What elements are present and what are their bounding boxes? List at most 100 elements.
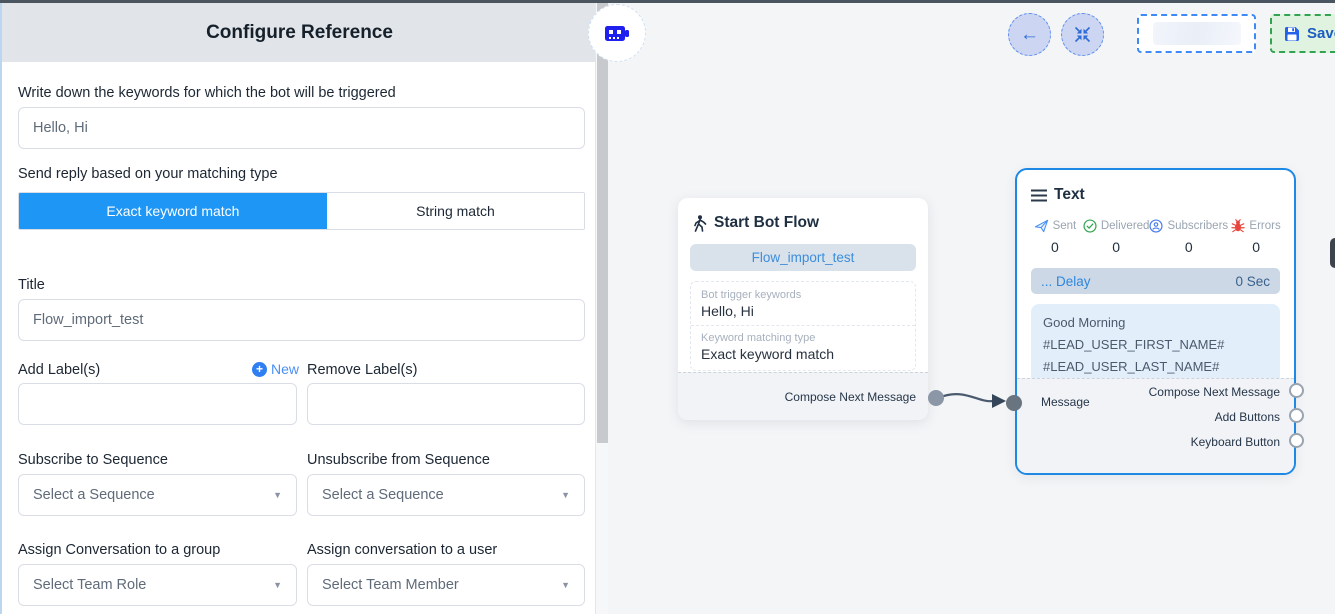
team-role-placeholder: Select Team Role bbox=[33, 577, 146, 593]
team-member-select[interactable]: Select Team Member ▼ bbox=[307, 564, 585, 606]
tab-string-match[interactable]: String match bbox=[327, 193, 584, 229]
trigger-keywords-value: Hello, Hi bbox=[701, 303, 905, 319]
stat-errors-label: Errors bbox=[1249, 220, 1280, 232]
compose-next-message-label: Compose Next Message bbox=[785, 390, 916, 404]
text-node-title: Text bbox=[1054, 186, 1085, 204]
stat-sent-label: Sent bbox=[1053, 220, 1077, 232]
flow-connector-edge bbox=[936, 383, 1016, 419]
plus-circle-icon: + bbox=[252, 362, 267, 377]
unsubscribe-sequence-placeholder: Select a Sequence bbox=[322, 487, 444, 503]
text-node-header: Text bbox=[1017, 170, 1294, 204]
matching-type-mini-label: Keyword matching type bbox=[701, 332, 905, 344]
chevron-down-icon: ▼ bbox=[561, 490, 570, 500]
stat-subscribers-label: Subscribers bbox=[1167, 220, 1228, 232]
panel-title: Configure Reference bbox=[206, 22, 393, 44]
divider bbox=[691, 325, 915, 326]
back-button[interactable]: ← bbox=[1008, 13, 1051, 56]
flow-name-button[interactable]: Flow_import_test bbox=[690, 244, 916, 271]
stat-subscribers-value: 0 bbox=[1185, 239, 1193, 255]
delay-value: 0 Sec bbox=[1235, 274, 1270, 289]
compose-next-message-output-label: Compose Next Message bbox=[1149, 385, 1280, 399]
start-node-footer: Compose Next Message bbox=[678, 372, 928, 420]
add-buttons-output-label: Add Buttons bbox=[1215, 410, 1280, 424]
output-row-keyboard-button: Keyboard Button bbox=[1017, 429, 1294, 454]
configure-reference-panel: Configure Reference Write down the keywo… bbox=[0, 0, 595, 614]
fit-view-button[interactable] bbox=[1061, 13, 1104, 56]
remove-labels-input[interactable] bbox=[307, 383, 585, 425]
save-button[interactable]: Save bbox=[1270, 14, 1335, 53]
chevron-down-icon: ▼ bbox=[561, 580, 570, 590]
panel-header: Configure Reference bbox=[2, 3, 597, 62]
stat-errors: Errors 0 bbox=[1228, 219, 1284, 255]
team-role-select[interactable]: Select Team Role ▼ bbox=[18, 564, 297, 606]
slot-placeholder bbox=[1153, 22, 1241, 45]
assign-user-label: Assign conversation to a user bbox=[307, 542, 497, 558]
walking-person-icon bbox=[692, 215, 707, 232]
keywords-label: Write down the keywords for which the bo… bbox=[18, 85, 396, 101]
remove-labels-label: Remove Label(s) bbox=[307, 362, 417, 378]
stat-subscribers: Subscribers 0 bbox=[1149, 219, 1228, 255]
bug-icon bbox=[1231, 219, 1245, 233]
add-buttons-output-port[interactable] bbox=[1289, 408, 1304, 423]
add-labels-input[interactable] bbox=[18, 383, 297, 425]
bot-badge bbox=[588, 4, 646, 62]
title-label: Title bbox=[18, 277, 45, 293]
keyboard-button-output-port[interactable] bbox=[1289, 433, 1304, 448]
unsubscribe-sequence-label: Unsubscribe from Sequence bbox=[307, 452, 490, 468]
stat-delivered-value: 0 bbox=[1112, 239, 1120, 255]
matching-type-tabs: Exact keyword match String match bbox=[18, 192, 585, 230]
new-label-text: New bbox=[271, 361, 299, 377]
message-text-bubble[interactable]: Good Morning #LEAD_USER_FIRST_NAME# #LEA… bbox=[1031, 304, 1280, 386]
delay-row[interactable]: ... Delay 0 Sec bbox=[1031, 268, 1280, 294]
arrow-left-icon: ← bbox=[1020, 25, 1039, 44]
subscribe-sequence-placeholder: Select a Sequence bbox=[33, 487, 155, 503]
flow-builder-page: Configure Reference Write down the keywo… bbox=[0, 0, 1335, 614]
delay-label: ... Delay bbox=[1041, 274, 1091, 289]
stats-row: Sent 0 Delivered 0 bbox=[1017, 219, 1294, 255]
chevron-down-icon: ▼ bbox=[273, 490, 282, 500]
stat-delivered-label: Delivered bbox=[1101, 220, 1150, 232]
panel-scrollbar-thumb[interactable] bbox=[597, 3, 608, 443]
team-member-placeholder: Select Team Member bbox=[322, 577, 459, 593]
stat-sent: Sent 0 bbox=[1027, 219, 1083, 255]
keyboard-button-output-label: Keyboard Button bbox=[1191, 435, 1280, 449]
text-node-footer: Message Compose Next Message Add Buttons… bbox=[1017, 378, 1294, 473]
stat-delivered: Delivered 0 bbox=[1083, 219, 1150, 255]
output-row-add-buttons: Add Buttons bbox=[1017, 404, 1294, 429]
subscribe-sequence-select[interactable]: Select a Sequence ▼ bbox=[18, 474, 297, 516]
start-node-title: Start Bot Flow bbox=[714, 214, 819, 232]
window-top-edge bbox=[0, 0, 1335, 3]
matching-type-mini-value: Exact keyword match bbox=[701, 346, 905, 362]
check-circle-icon bbox=[1083, 219, 1097, 233]
start-node-header: Start Bot Flow bbox=[678, 198, 928, 232]
panel-scrollbar[interactable] bbox=[595, 3, 608, 614]
tab-exact-keyword-match[interactable]: Exact keyword match bbox=[19, 193, 327, 229]
menu-icon bbox=[1031, 189, 1047, 202]
new-label-button[interactable]: + New bbox=[252, 361, 299, 377]
subscriber-icon bbox=[1149, 219, 1163, 233]
stat-sent-value: 0 bbox=[1051, 239, 1059, 255]
output-row-compose: Compose Next Message bbox=[1017, 379, 1294, 404]
add-labels-label: Add Label(s) bbox=[18, 362, 100, 378]
message-input-port[interactable] bbox=[1006, 395, 1022, 411]
unsubscribe-sequence-select[interactable]: Select a Sequence ▼ bbox=[307, 474, 585, 516]
trigger-keywords-label: Bot trigger keywords bbox=[701, 289, 905, 301]
chevron-down-icon: ▼ bbox=[273, 580, 282, 590]
text-message-node[interactable]: Text Sent 0 Delivered bbox=[1015, 168, 1296, 475]
toolbar-empty-slot[interactable] bbox=[1137, 14, 1256, 53]
subscribe-sequence-label: Subscribe to Sequence bbox=[18, 452, 168, 468]
robot-icon bbox=[602, 18, 632, 48]
compose-output-port[interactable] bbox=[1289, 383, 1304, 398]
trigger-config-box: Bot trigger keywords Hello, Hi Keyword m… bbox=[690, 281, 916, 371]
start-bot-flow-node[interactable]: Start Bot Flow Flow_import_test Bot trig… bbox=[678, 198, 928, 420]
keywords-input[interactable] bbox=[18, 107, 585, 149]
matching-type-label: Send reply based on your matching type bbox=[18, 166, 278, 182]
edge-arrowhead bbox=[992, 394, 1006, 408]
start-output-port[interactable] bbox=[928, 390, 944, 406]
compress-icon bbox=[1074, 26, 1091, 43]
save-button-label: Save bbox=[1307, 25, 1335, 42]
title-input[interactable] bbox=[18, 299, 585, 341]
clipped-edge-element bbox=[1330, 238, 1335, 268]
paper-plane-icon bbox=[1034, 219, 1049, 233]
stat-errors-value: 0 bbox=[1252, 239, 1260, 255]
